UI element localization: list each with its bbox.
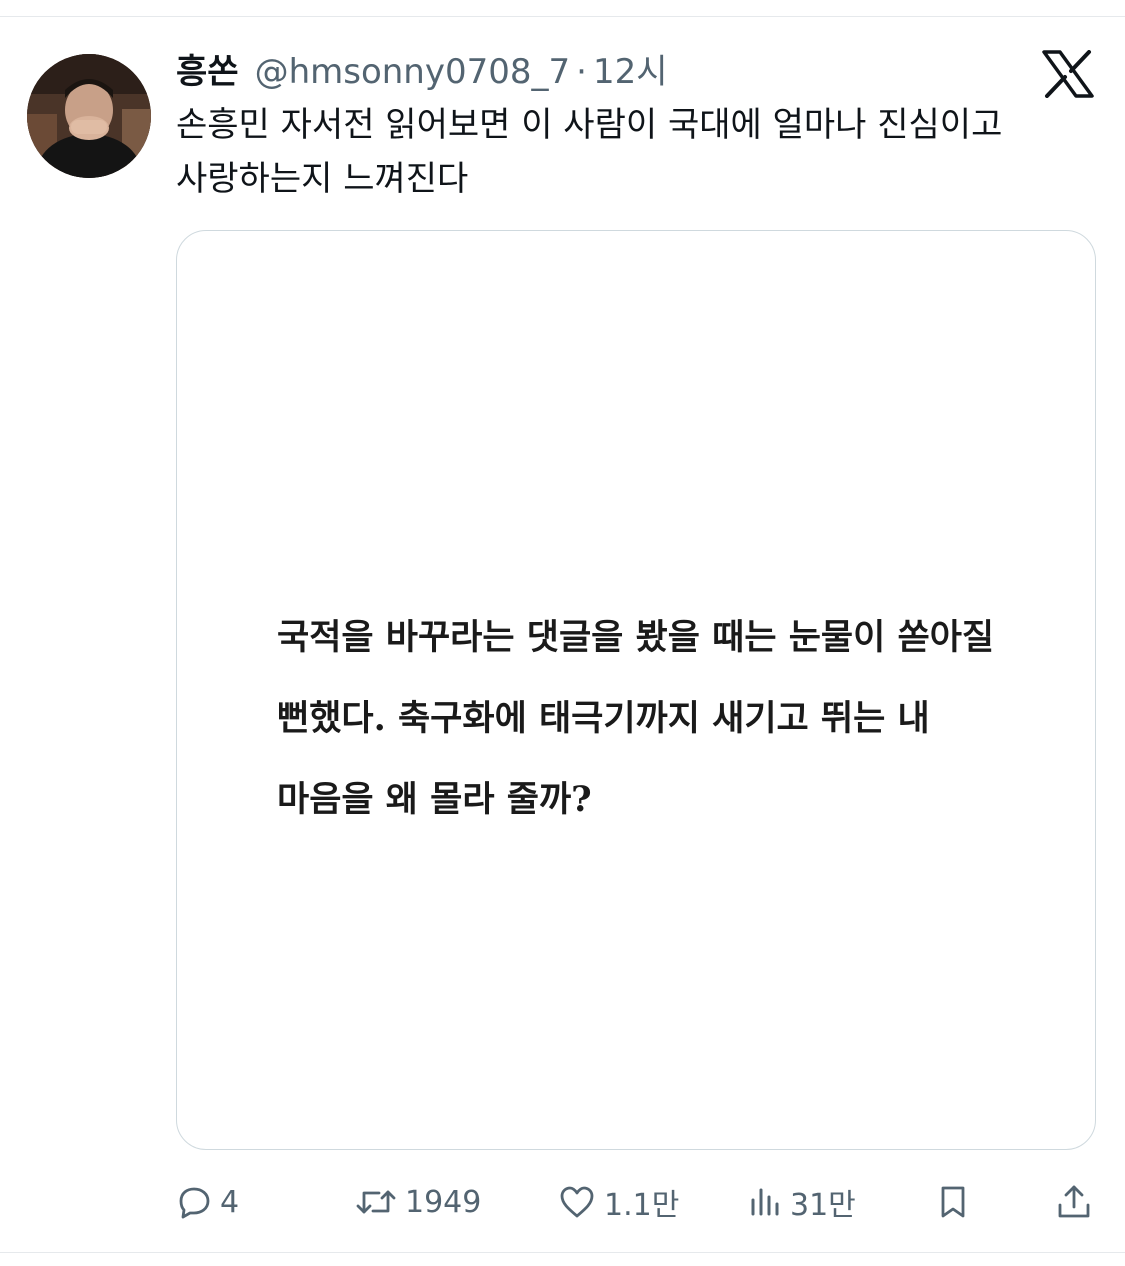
display-name[interactable]: 흥쏜 bbox=[176, 44, 239, 100]
tweet-header: 흥쏜 @hmsonny0708_7 · 12시 bbox=[176, 44, 667, 100]
views-count: 31만 bbox=[790, 1188, 856, 1223]
bottom-divider bbox=[0, 1252, 1125, 1253]
reply-button[interactable]: 4 bbox=[176, 1170, 239, 1234]
reply-count: 4 bbox=[220, 1184, 240, 1220]
heart-icon bbox=[558, 1184, 596, 1220]
like-button[interactable]: 1.1만 bbox=[558, 1170, 679, 1234]
x-logo-icon bbox=[1042, 50, 1094, 98]
like-count: 1.1만 bbox=[604, 1188, 680, 1223]
avatar[interactable] bbox=[27, 54, 151, 178]
tweet-text: 손흥민 자서전 읽어보면 이 사람이 국대에 얼마나 진심이고 사랑하는지 느껴… bbox=[176, 105, 1003, 199]
action-bar: 4 1949 1.1만 31만 bbox=[0, 1170, 1125, 1234]
share-icon bbox=[1056, 1183, 1092, 1221]
bookmark-icon bbox=[936, 1184, 970, 1220]
quote-text: 국적을 바꾸라는 댓글을 봤을 때는 눈물이 쏟아질 뻔했다. 축구화에 태극기… bbox=[277, 617, 995, 820]
timestamp[interactable]: 12시 bbox=[593, 44, 668, 100]
header-separator: · bbox=[576, 52, 587, 92]
retweet-count: 1949 bbox=[405, 1184, 482, 1220]
top-divider bbox=[0, 16, 1125, 17]
user-handle[interactable]: @hmsonny0708_7 bbox=[255, 44, 571, 100]
media-card[interactable]: 국적을 바꾸라는 댓글을 봤을 때는 눈물이 쏟아질 뻔했다. 축구화에 태극기… bbox=[176, 230, 1096, 1150]
views-button[interactable]: 31만 bbox=[748, 1170, 856, 1234]
bookmark-button[interactable] bbox=[936, 1170, 970, 1234]
retweet-button[interactable]: 1949 bbox=[355, 1170, 481, 1234]
share-button[interactable] bbox=[1056, 1170, 1092, 1234]
retweet-icon bbox=[355, 1184, 397, 1220]
reply-icon bbox=[176, 1184, 212, 1220]
views-icon bbox=[748, 1184, 782, 1220]
